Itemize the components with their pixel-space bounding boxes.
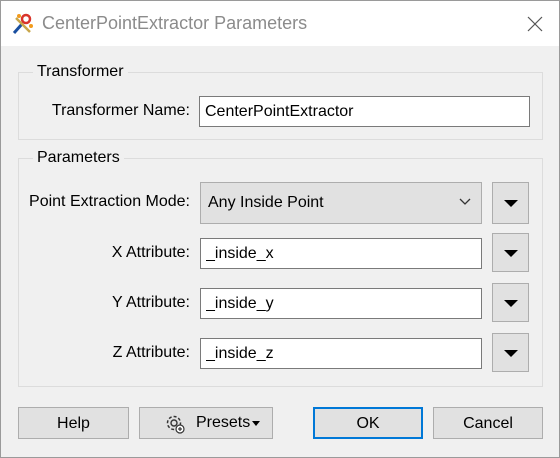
x-attribute-input[interactable]: [200, 238, 482, 269]
triangle-down-icon: [504, 300, 518, 307]
z-attribute-label: Z Attribute:: [112, 344, 190, 361]
title-bar: CenterPointExtractor Parameters: [1, 1, 559, 46]
close-button[interactable]: [515, 7, 555, 41]
cancel-button[interactable]: Cancel: [433, 407, 543, 439]
point-extraction-mode-label: Point Extraction Mode:: [29, 193, 190, 210]
parameters-group-title: Parameters: [33, 149, 124, 167]
triangle-down-icon: [504, 350, 518, 357]
y-attribute-input[interactable]: [200, 288, 482, 319]
presets-label: Presets: [196, 414, 251, 431]
parameters-dialog: CenterPointExtractor Parameters Transfor…: [0, 0, 560, 458]
z-attribute-input[interactable]: [200, 338, 482, 369]
ok-button[interactable]: OK: [313, 407, 423, 439]
triangle-down-icon: [504, 250, 518, 257]
transformer-name-label: Transformer Name:: [51, 102, 190, 119]
presets-button[interactable]: Presets: [139, 407, 273, 439]
help-button[interactable]: Help: [18, 407, 129, 439]
chevron-down-icon: [459, 198, 471, 205]
z-attribute-menu-button[interactable]: [492, 333, 529, 372]
fme-transformer-icon: [12, 13, 33, 34]
point-extraction-mode-select[interactable]: Any Inside Point: [200, 182, 482, 224]
point-extraction-mode-menu-button[interactable]: [492, 182, 529, 224]
y-attribute-label: Y Attribute:: [112, 294, 190, 311]
x-attribute-menu-button[interactable]: [492, 233, 529, 272]
y-attribute-menu-button[interactable]: [492, 283, 529, 322]
caret-down-icon: [252, 421, 260, 426]
point-extraction-mode-value: Any Inside Point: [208, 194, 324, 211]
x-attribute-label: X Attribute:: [111, 244, 190, 261]
close-icon: [527, 16, 543, 32]
window-title: CenterPointExtractor Parameters: [42, 13, 308, 33]
triangle-down-icon: [504, 200, 518, 207]
transformer-group-title: Transformer: [33, 63, 128, 81]
transformer-name-input[interactable]: [199, 96, 530, 127]
gear-icon: [166, 415, 185, 434]
